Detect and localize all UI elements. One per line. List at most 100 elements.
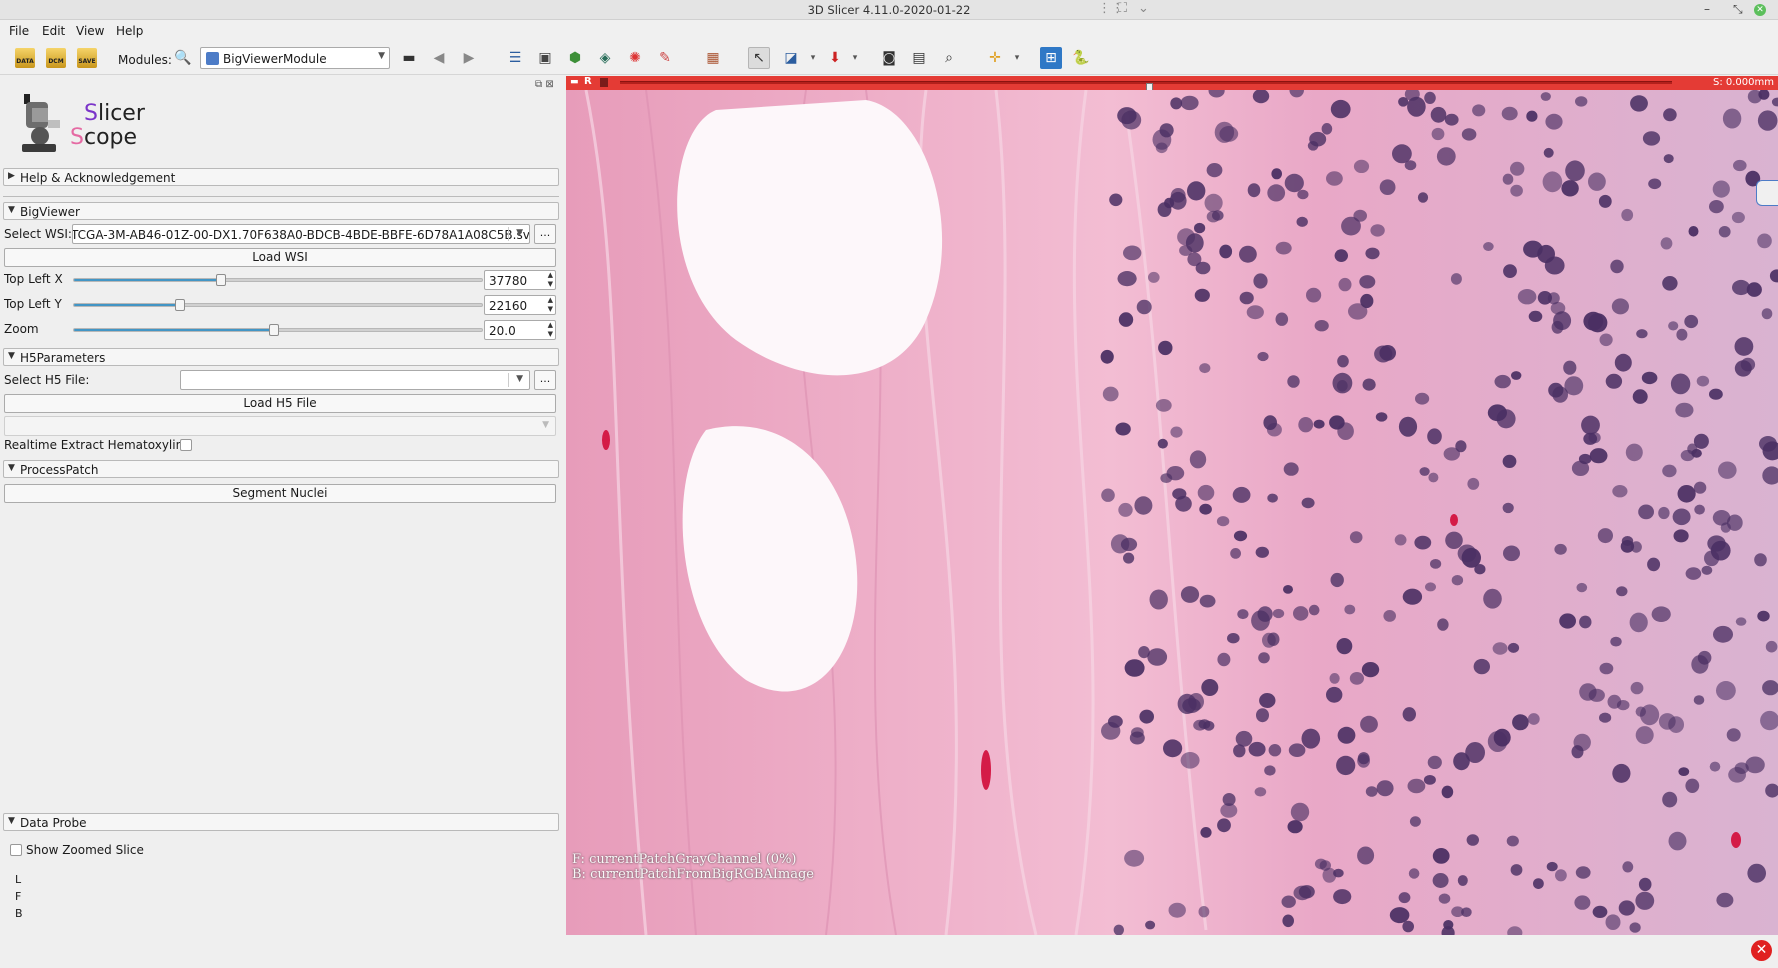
spin-down-icon[interactable]: ▼ bbox=[548, 305, 553, 313]
h5-file-select[interactable]: ▼ bbox=[180, 370, 530, 390]
cell-nucleus bbox=[1180, 586, 1200, 603]
cell-nucleus bbox=[1402, 588, 1423, 605]
data-module-icon[interactable]: ☰ bbox=[504, 47, 526, 69]
markups-module-icon[interactable]: ✺ bbox=[624, 47, 646, 69]
zoom-spinbox[interactable]: 20.0 ▲ ▼ bbox=[484, 320, 556, 340]
module-history-icon[interactable]: ▬ bbox=[398, 47, 420, 69]
cell-nucleus bbox=[1341, 216, 1361, 236]
menu-view[interactable]: View bbox=[76, 24, 104, 38]
chevron-down-icon[interactable]: ▾ bbox=[844, 47, 866, 69]
slice-offset-slider[interactable] bbox=[620, 81, 1672, 94]
dataprobe-section-header[interactable]: ▼ Data Probe bbox=[3, 813, 559, 831]
wsi-file-select[interactable]: /TCGA-3M-AB46-01Z-00-DX1.70F638A0-BDCB-4… bbox=[72, 224, 530, 244]
spin-down-icon[interactable]: ▼ bbox=[548, 330, 553, 338]
chevron-down-icon[interactable]: ⌄ bbox=[1138, 1, 1149, 16]
top-left-x-slider[interactable] bbox=[73, 274, 483, 286]
volumes-module-icon[interactable]: ▣ bbox=[534, 47, 556, 69]
cell-nucleus bbox=[1576, 582, 1588, 593]
help-section-title: Help & Acknowledgement bbox=[20, 171, 176, 185]
cell-nucleus bbox=[1599, 333, 1613, 347]
load-wsi-button[interactable]: Load WSI bbox=[4, 248, 556, 267]
processpatch-section-header[interactable]: ▼ ProcessPatch bbox=[3, 460, 559, 478]
restore-icon[interactable]: ⤡ bbox=[1733, 2, 1743, 17]
browse-h5-button[interactable]: ... bbox=[534, 370, 556, 390]
show-zoomed-slice-checkbox[interactable] bbox=[10, 844, 22, 856]
cell-nucleus bbox=[1638, 504, 1654, 520]
spin-down-icon[interactable]: ▼ bbox=[548, 280, 553, 288]
bigviewer-section-header[interactable]: ▼ BigViewer bbox=[3, 202, 559, 220]
pin-icon[interactable]: ▬ bbox=[570, 77, 579, 87]
top-left-x-label: Top Left X bbox=[4, 272, 63, 286]
top-left-y-spinbox[interactable]: 22160 ▲ ▼ bbox=[484, 295, 556, 315]
crosshair-place-icon[interactable]: ⬇ bbox=[824, 47, 846, 69]
forward-arrow-icon[interactable]: ▶ bbox=[458, 47, 480, 69]
spin-up-icon[interactable]: ▲ bbox=[548, 321, 553, 329]
editor-module-icon[interactable]: ✎ bbox=[654, 47, 676, 69]
restore-scene-icon[interactable]: ⌕ bbox=[938, 47, 960, 69]
histology-image-view[interactable]: F: currentPatchGrayChannel (0%) B: curre… bbox=[566, 90, 1778, 935]
load-h5-button[interactable]: Load H5 File bbox=[4, 394, 556, 413]
pointer-mode-icon[interactable]: ↖ bbox=[748, 47, 770, 69]
zoom-slider[interactable] bbox=[73, 324, 483, 336]
crosshair-icon[interactable]: ✛ bbox=[984, 47, 1006, 69]
spin-up-icon[interactable]: ▲ bbox=[548, 296, 553, 304]
module-search-icon[interactable]: 🔍 bbox=[172, 47, 194, 69]
cell-nucleus bbox=[1765, 640, 1778, 653]
load-dicom-icon[interactable]: DCM bbox=[46, 48, 66, 68]
link-icon[interactable] bbox=[600, 78, 608, 87]
cell-nucleus bbox=[1180, 752, 1200, 769]
cell-nucleus bbox=[1108, 715, 1123, 728]
models-module-icon[interactable]: ⬢ bbox=[564, 47, 586, 69]
cell-nucleus bbox=[1620, 540, 1635, 553]
h5params-section-header[interactable]: ▼ H5Parameters bbox=[3, 348, 559, 366]
realtime-hematoxylin-checkbox[interactable] bbox=[180, 439, 192, 451]
window-title: 3D Slicer 4.11.0-2020-01-22 bbox=[807, 3, 971, 17]
top-left-y-slider[interactable] bbox=[73, 299, 483, 311]
cell-nucleus bbox=[1149, 589, 1168, 610]
chevron-down-icon: ▼ bbox=[516, 228, 523, 238]
remote-control-tab-icon[interactable] bbox=[1756, 180, 1778, 206]
back-arrow-icon[interactable]: ◀ bbox=[428, 47, 450, 69]
top-left-x-spinbox[interactable]: 37780 ▲ ▼ bbox=[484, 270, 556, 290]
transforms-module-icon[interactable]: ◈ bbox=[594, 47, 616, 69]
cell-nucleus bbox=[1673, 529, 1689, 543]
save-data-icon[interactable]: SAVE bbox=[77, 48, 97, 68]
python-console-icon[interactable]: 🐍 bbox=[1070, 47, 1092, 69]
load-data-icon[interactable]: DATA bbox=[15, 48, 35, 68]
module-selector[interactable]: BigViewerModule ▼ bbox=[200, 47, 390, 69]
panel-dock-controls[interactable]: ⧉ ⊠ bbox=[535, 79, 554, 90]
fullscreen-icon[interactable]: ⛶ bbox=[1118, 1, 1127, 16]
slider-handle[interactable] bbox=[215, 274, 226, 286]
slice-controller-bar: ▬ R S: 0.000mm bbox=[566, 76, 1778, 94]
cell-nucleus bbox=[1336, 755, 1356, 776]
cell-nucleus bbox=[1616, 586, 1628, 597]
window-level-icon[interactable]: ◪ bbox=[780, 47, 802, 69]
segment-nuclei-button[interactable]: Segment Nuclei bbox=[4, 484, 556, 503]
menu-edit[interactable]: Edit bbox=[42, 24, 65, 38]
cell-nucleus bbox=[1370, 224, 1385, 237]
screenshot-icon[interactable]: ◙ bbox=[878, 47, 900, 69]
extension-manager-icon[interactable]: ⊞ bbox=[1040, 47, 1062, 69]
error-log-icon[interactable]: ✕ bbox=[1751, 940, 1772, 961]
cell-nucleus bbox=[1555, 869, 1567, 882]
chevron-down-icon[interactable]: ▾ bbox=[802, 47, 824, 69]
close-window-icon[interactable]: ✕ bbox=[1754, 4, 1766, 16]
cell-nucleus bbox=[1467, 477, 1480, 490]
browse-wsi-button[interactable]: ... bbox=[534, 224, 556, 244]
minimize-icon[interactable]: – bbox=[1704, 2, 1710, 16]
h5-dataset-select[interactable]: ▼ bbox=[4, 416, 556, 436]
cell-nucleus bbox=[1253, 273, 1268, 289]
cell-nucleus bbox=[1239, 291, 1254, 305]
cell-nucleus bbox=[1757, 233, 1772, 249]
select-wsi-label: Select WSI: bbox=[4, 227, 72, 241]
menu-help[interactable]: Help bbox=[116, 24, 143, 38]
menu-file[interactable]: File bbox=[9, 24, 29, 38]
spin-up-icon[interactable]: ▲ bbox=[548, 271, 553, 279]
layout-icon[interactable]: ▦ bbox=[702, 47, 724, 69]
slider-handle[interactable] bbox=[268, 324, 279, 336]
slider-handle[interactable] bbox=[175, 299, 186, 311]
help-section-header[interactable]: ▶ Help & Acknowledgement bbox=[3, 168, 559, 186]
scene-view-icon[interactable]: ▤ bbox=[908, 47, 930, 69]
chevron-down-icon[interactable]: ▾ bbox=[1006, 47, 1028, 69]
top-left-x-value: 37780 bbox=[489, 274, 528, 288]
